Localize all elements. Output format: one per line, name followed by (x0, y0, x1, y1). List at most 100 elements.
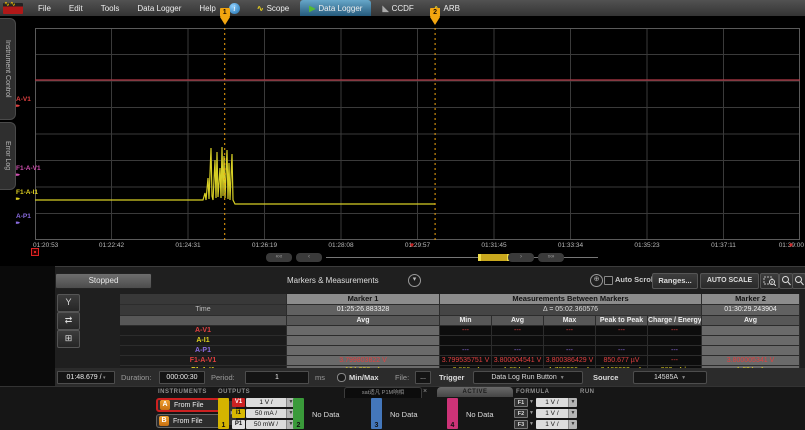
view-selector-label: Markers & Measurements (287, 276, 379, 285)
marker-2-arrow[interactable]: 2 (429, 8, 441, 25)
source-dropdown[interactable]: 14585A▼ (633, 371, 707, 384)
f2-badge[interactable]: F2 (514, 409, 528, 418)
measurements-table: Marker 1Measurements Between MarkersMark… (120, 294, 800, 376)
p1-scale-dropdown[interactable]: 50 mW / (246, 420, 286, 429)
menu-item-edit[interactable]: Edit (60, 4, 92, 13)
table-cell: 3.800386429 V (544, 356, 596, 366)
menu-item-tools[interactable]: Tools (92, 4, 129, 13)
x-tick: 01:22:42 (89, 242, 135, 249)
chevron-down-icon[interactable]: ▼ (528, 420, 535, 429)
menu-items: FileEditToolsData LoggerHelp (29, 4, 225, 13)
table-cell: --- (596, 326, 648, 336)
record-start-marker (31, 248, 39, 256)
instrument-a-badge: A (160, 400, 170, 410)
browse-button[interactable]: ... (415, 371, 431, 384)
scroll-far-right-button[interactable]: »» (538, 253, 564, 262)
grid-view-icon[interactable]: ⊞ (57, 330, 80, 348)
view-selector-dropdown-icon[interactable]: ▾ (408, 274, 421, 287)
table-cell: 3.800004541 V (492, 356, 544, 366)
channel-4-bar: 4 (447, 398, 458, 429)
menu-item-data-logger[interactable]: Data Logger (128, 4, 190, 13)
table-cell: Peak to Peak (596, 316, 648, 326)
table-cell (648, 336, 702, 346)
i1-scale-dropdown[interactable]: 50 mA / (246, 409, 286, 418)
sidebar-tab-instrument-control[interactable]: Instrument Control (0, 18, 16, 120)
tab-scope[interactable]: ∿Scope (248, 0, 298, 16)
trigger-dropdown[interactable]: Data Log Run Button▼ (473, 371, 583, 384)
table-cell: Min (440, 316, 492, 326)
formula-row-f1: F1▼1 V /▼ (514, 398, 577, 407)
tab-data-logger[interactable]: ▶Data Logger (300, 0, 371, 16)
ranges-button[interactable]: Ranges... (652, 273, 698, 289)
auto-scroll-checkbox[interactable] (604, 276, 613, 285)
trace-f1-a-i1 (35, 147, 435, 204)
table-cell: --- (544, 346, 596, 356)
auto-scroll-label: Auto Scroll (615, 275, 655, 284)
run-label: RUN (580, 389, 595, 395)
table-cell: 01:30:29.243904 (702, 305, 800, 316)
table-cell: 3.800005341 V (702, 356, 800, 366)
table-cell (596, 336, 648, 346)
zoom-out-button[interactable] (792, 273, 805, 289)
menu-item-file[interactable]: File (29, 4, 60, 13)
trigger-label: Trigger (439, 373, 464, 382)
file-tab[interactable]: sat适凡 P1M响相 (344, 387, 422, 398)
table-cell: Charge / Energy (648, 316, 702, 326)
instrument-b-from-file-button[interactable]: B From File (156, 414, 226, 428)
sidebar-tab-error-log[interactable]: Error Log (0, 122, 16, 190)
status-bar: 01:48.679 / ▾ Duration: 000:00:30 Period… (55, 368, 805, 386)
chevron-down-icon[interactable]: ▼ (568, 420, 577, 429)
v1-scale-dropdown[interactable]: 1 V / (246, 398, 286, 407)
stopped-button[interactable]: Stopped (55, 273, 152, 289)
table-cell: 3.799535751 V (440, 356, 492, 366)
menu-bar: FileEditToolsData LoggerHelp i ∿Scope▶Da… (0, 0, 805, 16)
minmax-checkbox[interactable] (337, 373, 346, 382)
table-cell: --- (492, 326, 544, 336)
waveform-plot[interactable] (35, 28, 800, 240)
scroll-far-left-button[interactable]: «« (266, 253, 292, 262)
chevron-down-icon[interactable]: ▼ (528, 398, 535, 407)
app-window: FileEditToolsData LoggerHelp i ∿Scope▶Da… (0, 0, 805, 430)
f2-scale-dropdown[interactable]: 1 V / (536, 409, 568, 418)
elapsed-time-dropdown[interactable]: 01:48.679 / ▾ (57, 371, 115, 384)
scroll-thumb[interactable] (478, 254, 510, 261)
f3-badge[interactable]: F3 (514, 420, 528, 429)
f1-badge[interactable]: F1 (514, 398, 528, 407)
f3-scale-dropdown[interactable]: 1 V / (536, 420, 568, 429)
table-cell: Max (544, 316, 596, 326)
channel-1-row-v1: V11 V /▼ (232, 398, 295, 407)
scroll-left-button[interactable]: ‹ (296, 253, 322, 262)
duration-label: Duration: (121, 373, 151, 382)
period-label: Period: (211, 373, 235, 382)
zoom-in-button[interactable] (779, 273, 793, 289)
markers-pair-icon[interactable]: ⇄ (57, 312, 80, 330)
table-cell: --- (544, 326, 596, 336)
x-tick: 01:24:31 (165, 242, 211, 249)
chevron-down-icon[interactable]: ▼ (528, 409, 535, 418)
auto-scale-button[interactable]: AUTO SCALE (700, 273, 759, 289)
table-cell (702, 346, 800, 356)
zoom-region-button[interactable] (760, 273, 779, 289)
table-cell: Avg (492, 316, 544, 326)
channel-2-no-data-label: No Data (312, 410, 340, 419)
crosshair-icon[interactable]: ⊕ (590, 274, 603, 287)
period-field[interactable]: 1 (245, 371, 309, 384)
active-tab[interactable]: ACTIVE (437, 387, 513, 397)
formula-label: FORMULA (516, 389, 550, 395)
f1-scale-dropdown[interactable]: 1 V / (536, 398, 568, 407)
instrument-a-from-file-button[interactable]: A From File (156, 398, 226, 412)
table-cell (702, 326, 800, 336)
tab-ccdf[interactable]: ◣CCDF (373, 0, 422, 16)
table-cell: --- (648, 356, 702, 366)
marker-tool-icon[interactable]: Y (57, 294, 80, 312)
formula-row-f3: F3▼1 V /▼ (514, 420, 577, 429)
table-cell: 850.677 µV (596, 356, 648, 366)
channel-label-a-v1: A-V1▸▸ (16, 96, 31, 110)
chevron-down-icon[interactable]: ▼ (568, 398, 577, 407)
duration-field[interactable]: 000:00:30 (159, 371, 205, 384)
file-tab-close-icon[interactable]: × (423, 388, 427, 395)
chevron-down-icon[interactable]: ▼ (568, 409, 577, 418)
scroll-right-button[interactable]: › (508, 253, 534, 262)
outputs-label: OUTPUTS (218, 389, 250, 395)
marker-1-arrow[interactable]: 1 (219, 8, 231, 25)
